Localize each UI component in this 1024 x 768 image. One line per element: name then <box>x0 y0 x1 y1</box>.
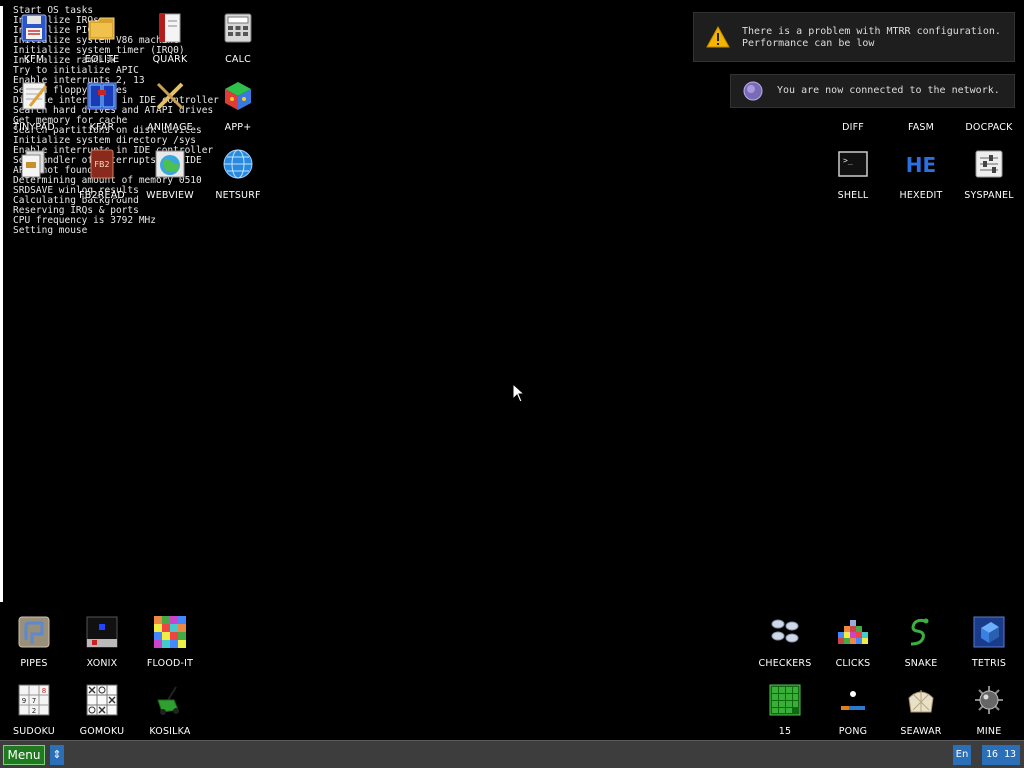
tetris-blocks-icon <box>973 616 1005 648</box>
hex-editor-icon: HE <box>906 153 936 177</box>
svg-text:9: 9 <box>22 697 26 705</box>
svg-text:HE: HE <box>906 153 936 177</box>
globe-icon <box>223 149 253 179</box>
folder-icon <box>88 17 115 40</box>
icon-label: SYSPANEL <box>964 190 1014 201</box>
kosilka-icon-shortcut[interactable]: KOSILKA <box>136 680 204 748</box>
pipes-icon-shortcut[interactable]: PIPES <box>0 612 68 680</box>
icon-label: DOCPACK <box>965 122 1013 133</box>
svg-text:8: 8 <box>42 687 46 695</box>
warning-icon <box>706 25 730 48</box>
svg-text:2: 2 <box>32 707 36 715</box>
flood-it-icon-shortcut[interactable]: FLOOD-IT <box>136 612 204 680</box>
battleship-icon <box>908 690 934 713</box>
pong-paddle-icon <box>841 691 865 710</box>
icon-label: APP+ <box>224 122 252 133</box>
desktop: Start OS tasks Initialize IRQs Initialize … <box>0 0 1024 740</box>
kfar-icon-shortcut[interactable]: KFAR <box>68 76 136 144</box>
calc-icon-shortcut[interactable]: CALC <box>204 8 272 76</box>
pencil-brush-icon <box>156 82 184 110</box>
quark-icon-shortcut[interactable]: QUARK <box>136 8 204 76</box>
xonix-icon <box>86 616 118 648</box>
tetris-icon-shortcut[interactable]: TETRIS <box>955 612 1023 680</box>
netsurf-icon-shortcut[interactable]: NETSURF <box>204 144 272 212</box>
icon-label: NETSURF <box>215 190 261 201</box>
notebook-icon <box>159 13 181 43</box>
gomoku-icon-shortcut[interactable]: GOMOKU <box>68 680 136 748</box>
icon-label: KOSILKA <box>149 726 191 737</box>
taskbar: Menu ⇕ En 16 13 <box>0 740 1024 768</box>
seawar-icon-shortcut[interactable]: SEAWAR <box>887 680 955 748</box>
network-notification[interactable]: You are now connected to the network. <box>730 74 1015 108</box>
sudoku-grid-icon: 8 9 7 2 <box>18 684 50 716</box>
hexedit-icon-shortcut[interactable]: HE HEXEDIT <box>887 144 955 212</box>
svg-text:>_: >_ <box>843 156 853 165</box>
checkers-pieces-icon <box>771 619 799 643</box>
notification-text: You are now connected to the network. <box>777 85 1000 96</box>
boot-log-line: Setting mouse <box>13 225 88 236</box>
svg-text:7: 7 <box>32 697 36 705</box>
clock[interactable]: 16 13 <box>982 745 1020 765</box>
kfm-icon-shortcut[interactable]: KFM <box>0 8 68 76</box>
keyboard-language-button[interactable]: En <box>953 745 971 765</box>
clicks-icon-shortcut[interactable]: CLICKS <box>819 612 887 680</box>
tinypad-icon-shortcut[interactable]: TINYPAD <box>0 76 68 144</box>
checkers-icon-shortcut[interactable]: CHECKERS <box>751 612 819 680</box>
mine-icon-shortcut[interactable]: MINE <box>955 680 1023 748</box>
app-plus-icon-shortcut[interactable]: APP+ <box>204 76 272 144</box>
syspanel-icon-shortcut[interactable]: SYSPANEL <box>955 144 1023 212</box>
web-page-icon <box>155 150 185 178</box>
mouse-cursor-icon <box>512 383 526 403</box>
svg-text:FB2: FB2 <box>94 160 109 169</box>
cube-icon <box>225 82 251 110</box>
fifteen-puzzle-icon <box>769 684 801 716</box>
xonix-icon-shortcut[interactable]: XONIX <box>68 612 136 680</box>
docs-icon-shortcut[interactable] <box>0 144 68 212</box>
animage-icon-shortcut[interactable]: ANIMAGE <box>136 76 204 144</box>
network-icon <box>743 81 763 101</box>
mtrr-warning-notification[interactable]: There is a problem with MTRR configurati… <box>693 12 1015 62</box>
fifteen-icon-shortcut[interactable]: 15 <box>751 680 819 748</box>
tic-tac-toe-icon <box>86 684 118 716</box>
snake-icon <box>910 618 929 646</box>
book-icon: FB2 <box>90 149 114 179</box>
webview-icon-shortcut[interactable]: WEBVIEW <box>136 144 204 212</box>
flood-it-icon <box>154 616 186 648</box>
eolite-icon-shortcut[interactable]: EOLITE <box>68 8 136 76</box>
icon-label: CALC <box>225 54 251 65</box>
terminal-icon: >_ <box>838 151 868 177</box>
notification-line-2: Performance can be low <box>742 38 875 49</box>
icon-label: TETRIS <box>971 658 1007 669</box>
notepad-icon <box>22 82 48 110</box>
menu-button[interactable]: Menu <box>3 745 45 765</box>
icon-label: MINE <box>976 726 1002 737</box>
fb2read-icon-shortcut[interactable]: FB2 FB2READ <box>68 144 136 212</box>
pong-icon-shortcut[interactable]: PONG <box>819 680 887 748</box>
icon-label: FLOOD-IT <box>146 658 194 669</box>
shell-icon-shortcut[interactable]: >_ SHELL <box>819 144 887 212</box>
snake-icon-shortcut[interactable]: SNAKE <box>887 612 955 680</box>
clicks-blocks-icon <box>838 620 868 644</box>
floppy-disk-icon <box>21 14 47 42</box>
notification-text: There is a problem with MTRR configurati… <box>742 26 1001 50</box>
settings-sliders-icon <box>975 150 1003 178</box>
calculator-icon <box>224 13 252 43</box>
pipes-icon <box>18 616 50 648</box>
documents-icon <box>21 150 45 178</box>
mine-bomb-icon <box>975 686 1003 714</box>
window-switch-button[interactable]: ⇕ <box>50 745 64 765</box>
file-manager-icon <box>87 82 117 110</box>
notification-line-1: There is a problem with MTRR configurati… <box>742 26 1001 37</box>
sudoku-icon-shortcut[interactable]: 8 9 7 2 SUDOKU <box>0 680 68 748</box>
lawnmower-icon <box>157 686 179 715</box>
